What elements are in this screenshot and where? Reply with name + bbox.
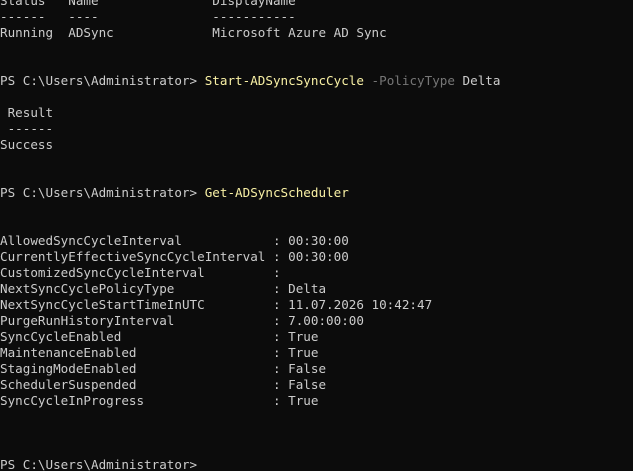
final-prompt: PS C:\Users\Administrator>	[0, 457, 198, 471]
prompt: PS C:\Users\Administrator>	[0, 73, 205, 88]
service-table-header: Status Name DisplayName	[0, 0, 296, 8]
scheduler-property: PurgeRunHistoryInterval : 7.00:00:00	[0, 313, 364, 328]
cmdlet-get-adsyncscheduler: Get-ADSyncScheduler	[204, 185, 349, 200]
powershell-terminal[interactable]: Status Name DisplayName ------ ---- ----…	[0, 0, 633, 471]
command-line-get-scheduler: PS C:\Users\Administrator> Get-ADSyncSch…	[0, 185, 633, 201]
scheduler-property: CustomizedSyncCycleInterval :	[0, 265, 281, 280]
scheduler-property: NextSyncCyclePolicyType : Delta	[0, 281, 327, 296]
prompt: PS C:\Users\Administrator>	[0, 185, 205, 200]
argument-delta: Delta	[454, 73, 501, 88]
service-table-row: Running ADSync Microsoft Azure AD Sync	[0, 25, 387, 40]
scheduler-property: StagingModeEnabled : False	[0, 361, 327, 376]
scheduler-property: SchedulerSuspended : False	[0, 377, 327, 392]
scheduler-property: MaintenanceEnabled : True	[0, 345, 319, 360]
result-separator: ------	[0, 121, 54, 136]
scheduler-property: NextSyncCycleStartTimeInUTC : 11.07.2026…	[0, 297, 433, 312]
service-table-separator: ------ ---- -----------	[0, 9, 296, 24]
scheduler-property: SyncCycleInProgress : True	[0, 393, 319, 408]
command-line-start-sync: PS C:\Users\Administrator> Start-ADSyncS…	[0, 73, 633, 89]
scheduler-property: SyncCycleEnabled : True	[0, 329, 319, 344]
scheduler-property: AllowedSyncCycleInterval : 00:30:00	[0, 233, 349, 248]
parameter-policytype: -PolicyType	[363, 73, 455, 88]
result-header: Result	[0, 105, 54, 120]
cmdlet-start-adsyncsynccycle: Start-ADSyncSyncCycle	[204, 73, 364, 88]
result-value: Success	[0, 137, 54, 152]
scheduler-property: CurrentlyEffectiveSyncCycleInterval : 00…	[0, 249, 349, 264]
